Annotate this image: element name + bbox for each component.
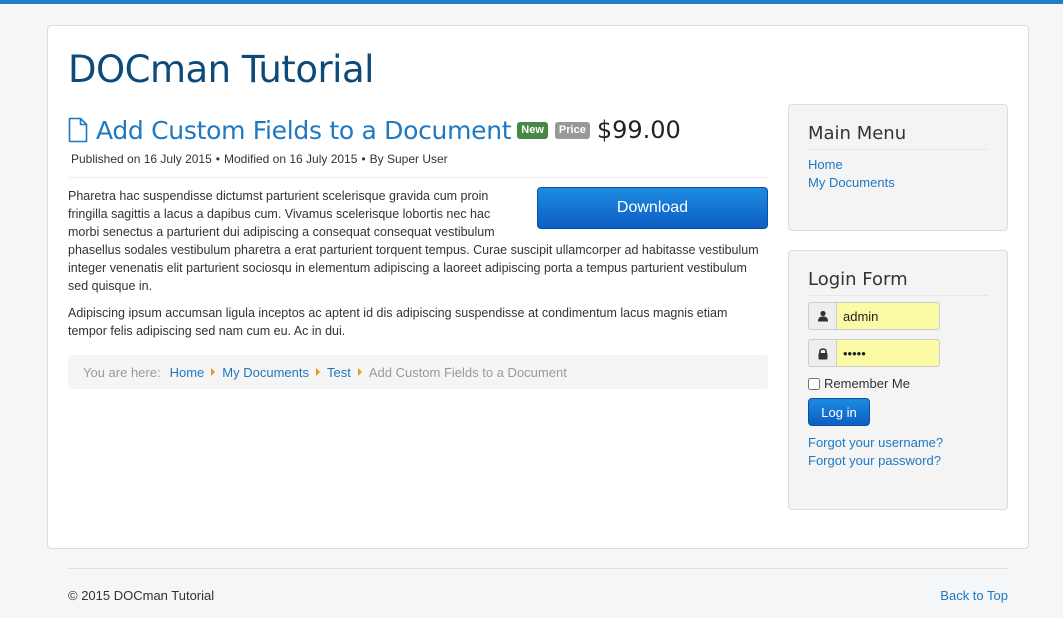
username-input[interactable] [836,302,940,330]
site-body: DOCman Tutorial Add Custom Fields to a D… [47,25,1029,549]
forgot-password-link[interactable]: Forgot your password? [808,453,941,468]
document-file-icon [68,117,88,143]
forgot-username-link[interactable]: Forgot your username? [808,435,943,450]
menu-item-my-documents[interactable]: My Documents [808,175,895,190]
meta-separator: • [361,152,366,166]
footer-copyright: © 2015 DOCman Tutorial [68,588,215,603]
sidebar: Main Menu Home My Documents Login Form a… [788,104,1008,529]
meta-separator: • [215,152,220,166]
login-button[interactable]: Log in [808,398,870,426]
password-input[interactable] [836,339,940,367]
breadcrumb-test-link[interactable]: Test [327,365,351,380]
breadcrumb-prefix: You are here: [83,364,161,380]
breadcrumb-separator-icon [211,368,216,376]
new-badge: New [517,121,548,139]
back-to-top-link[interactable]: Back to Top [940,588,1008,603]
breadcrumb-my-documents-link[interactable]: My Documents [222,365,309,380]
login-links: Forgot your username? Forgot your passwo… [808,434,988,470]
document-header: Add Custom Fields to a Document New Pric… [68,113,768,147]
document-description: Download Pharetra hac suspendisse dictum… [68,187,768,340]
password-group [808,339,940,367]
main-menu-title: Main Menu [808,123,988,150]
footer-divider [68,568,1008,569]
top-accent-bar [0,0,1063,4]
login-form-module: Login Form admin ••••• Remember Me Log i… [788,250,1008,510]
site-brand[interactable]: DOCman Tutorial [68,48,374,91]
breadcrumb-separator-icon [357,368,362,376]
main-menu-list: Home My Documents [808,156,988,192]
breadcrumb-current: Add Custom Fields to a Document [368,364,567,380]
document-price: $99.00 [596,116,681,144]
breadcrumb: You are here: Home My Documents Test Add… [68,355,768,389]
modified-date: Modified on 16 July 2015 [223,152,358,166]
menu-item-home[interactable]: Home [808,157,843,172]
login-form-title: Login Form [808,269,988,296]
document-meta: Published on 16 July 2015 • Modified on 16… [71,152,768,166]
breadcrumb-separator-icon [315,368,320,376]
user-icon [808,302,836,330]
document-author: By Super User [369,152,448,166]
remember-me-label: Remember Me [824,376,910,391]
document-title-link[interactable]: Add Custom Fields to a Document [96,116,512,145]
username-group [808,302,940,330]
price-badge: Price [554,121,590,139]
remember-me[interactable]: Remember Me [808,376,988,391]
remember-me-checkbox[interactable] [808,377,820,390]
breadcrumb-home-link[interactable]: Home [170,365,205,380]
divider [68,177,768,178]
download-button[interactable]: Download [537,187,768,229]
description-paragraph: Adipiscing ipsum accumsan ligula incepto… [68,306,728,338]
lock-icon [808,339,836,367]
main-content: Add Custom Fields to a Document New Pric… [68,113,768,389]
main-menu-module: Main Menu Home My Documents [788,104,1008,231]
published-date: Published on 16 July 2015 [71,152,212,166]
